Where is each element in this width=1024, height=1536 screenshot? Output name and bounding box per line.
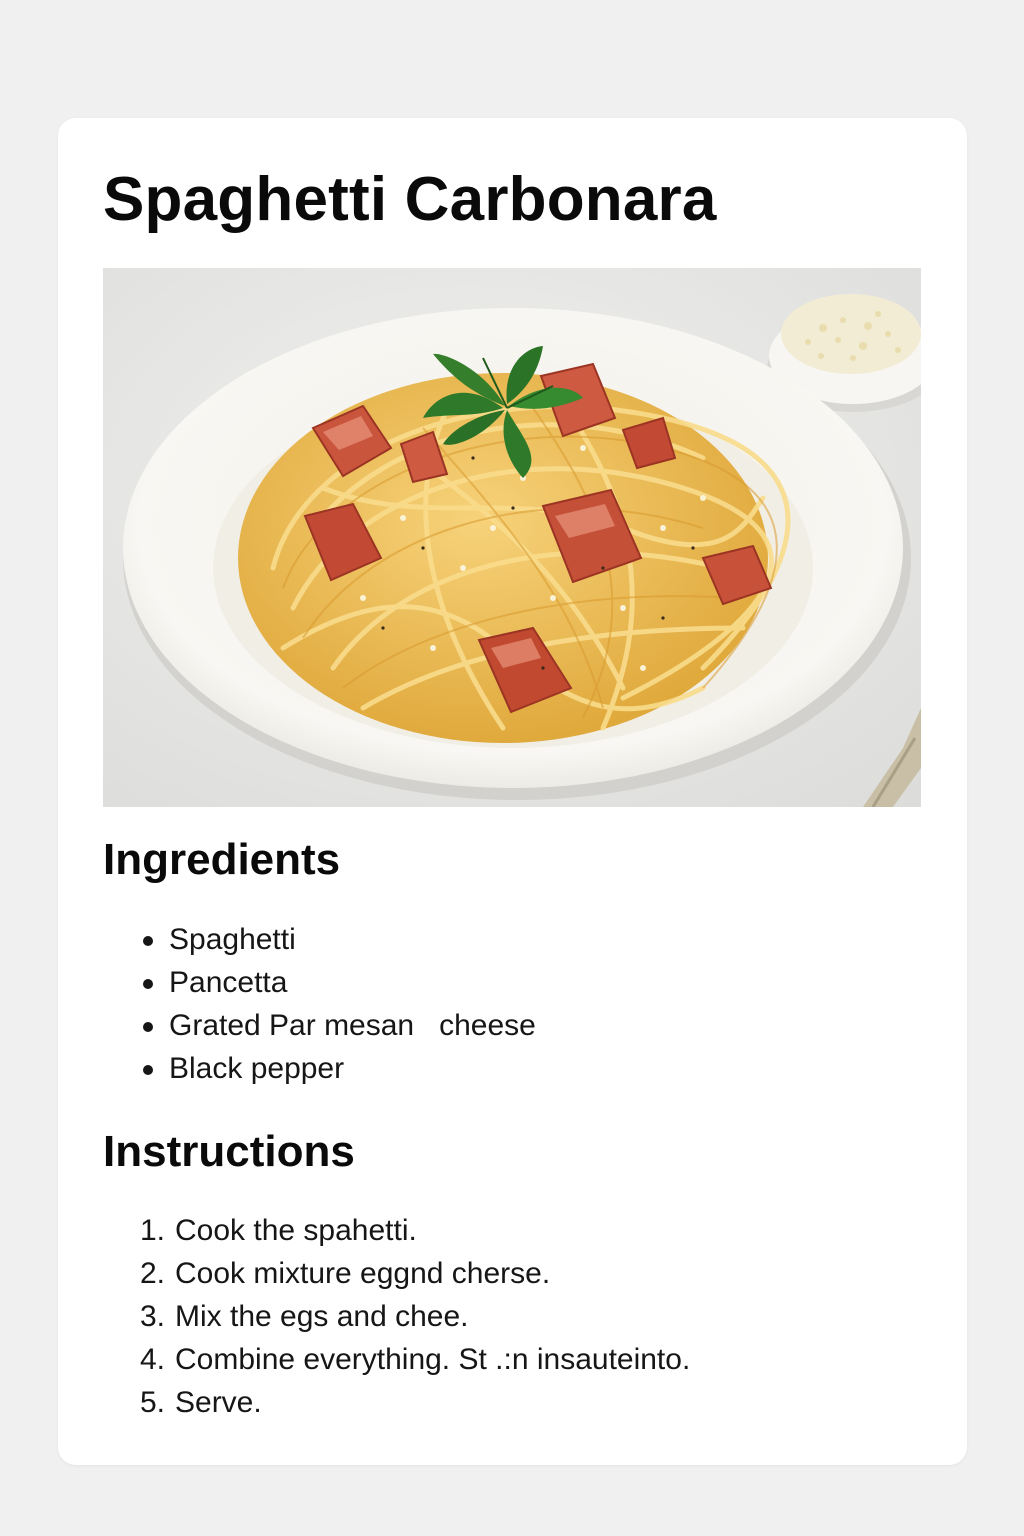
step-text: Serve.	[175, 1386, 262, 1419]
step-text: Cook the spahetti.	[175, 1214, 417, 1247]
step-text: Combine everything. St .:n insauteinto.	[175, 1343, 691, 1376]
instructions-list: 1. Cook the spahetti. 2. Cook mixture eggn…	[103, 1209, 690, 1424]
step-text: Mix the egs and chee.	[175, 1300, 469, 1333]
step-number: 3.	[139, 1300, 165, 1333]
instruction-step: 2. Cook mixture eggnd cherse.	[103, 1252, 690, 1295]
ingredient-item: Black pepper	[103, 1047, 536, 1090]
step-number: 1.	[139, 1214, 165, 1247]
instruction-step: 3. Mix the egs and chee.	[103, 1295, 690, 1338]
ingredient-item: Pancetta	[103, 961, 536, 1004]
step-number: 2.	[139, 1257, 165, 1290]
step-text: Cook mixture eggnd cherse.	[175, 1257, 551, 1290]
step-number: 4.	[139, 1343, 165, 1376]
recipe-card: Spaghetti Carbonara Ingredients Spaghett…	[58, 118, 967, 1465]
recipe-title: Spaghetti Carbonara	[103, 165, 717, 234]
instructions-heading: Instructions	[103, 1127, 355, 1176]
ingredient-item: Grated Par mesan cheese	[103, 1004, 536, 1047]
ingredient-item: Spaghetti	[103, 918, 536, 961]
recipe-photo	[103, 268, 921, 807]
step-number: 5.	[139, 1386, 165, 1419]
ingredients-list: Spaghetti Pancetta Grated Par mesan chee…	[103, 918, 536, 1090]
ingredients-heading: Ingredients	[103, 835, 341, 884]
instruction-step: 1. Cook the spahetti.	[103, 1209, 690, 1252]
instruction-step: 5. Serve.	[103, 1381, 690, 1424]
carbonara-illustration	[103, 268, 921, 807]
instruction-step: 4. Combine everything. St .:n insauteinto…	[103, 1338, 690, 1381]
